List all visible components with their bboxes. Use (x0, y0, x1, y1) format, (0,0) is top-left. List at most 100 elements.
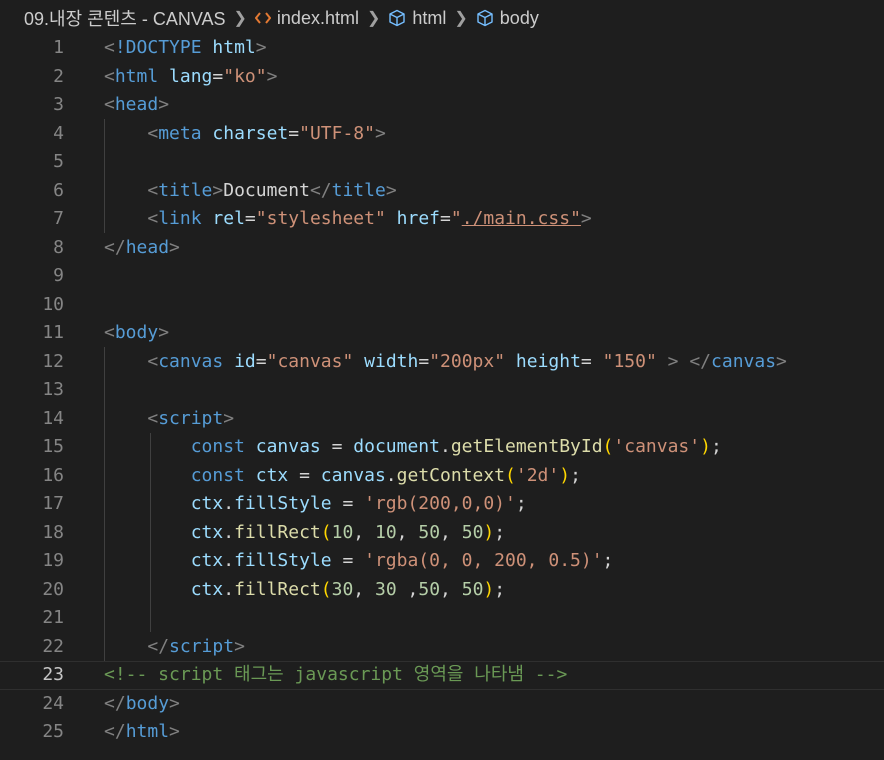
code-line[interactable]: 2 <html lang="ko"> (0, 63, 884, 92)
code-line[interactable]: 12 <canvas id="canvas" width="200px" hei… (0, 348, 884, 377)
code-token: = (212, 65, 224, 87)
line-number: 10 (42, 293, 64, 315)
code-token: < (104, 65, 115, 87)
code-token: canvas (320, 464, 386, 486)
code-line[interactable]: 21 (0, 604, 884, 633)
code-line[interactable]: 3 <head> (0, 91, 884, 120)
breadcrumb-element-html[interactable]: html (412, 8, 446, 29)
code-token: > (169, 721, 180, 742)
code-text: <title>Document</title> (104, 177, 396, 206)
cube-icon (476, 9, 494, 27)
code-line[interactable]: 13 (0, 376, 884, 405)
code-text: <html lang="ko"> (104, 63, 277, 92)
code-line[interactable]: 25 </html> (0, 718, 884, 747)
code-line[interactable]: 23 <!-- script 태그는 javascript 영역을 나타냄 --> (0, 661, 884, 690)
code-token: body (125, 692, 170, 714)
line-number: 16 (42, 464, 64, 486)
code-token: ) (700, 436, 711, 457)
code-token: < (147, 208, 159, 229)
code-token: body (114, 322, 159, 343)
line-number: 23 (42, 664, 64, 685)
code-token: , (396, 521, 419, 543)
code-token: = (320, 436, 354, 457)
code-token: script (158, 407, 224, 429)
breadcrumb-file[interactable]: index.html (277, 8, 359, 29)
chevron-right-icon: ❯ (454, 10, 468, 27)
code-token: title (331, 179, 386, 201)
code-text: <head> (104, 91, 169, 120)
code-line[interactable]: 14 <script> (0, 405, 884, 434)
code-token: , (396, 578, 419, 600)
code-line[interactable]: 22 </script> (0, 633, 884, 662)
code-line[interactable]: 8 </head> (0, 234, 884, 263)
code-text: const canvas = document.getElementById('… (104, 433, 722, 462)
code-token: fillRect (234, 578, 321, 600)
code-line[interactable]: 15 const canvas = document.getElementByI… (0, 433, 884, 462)
code-text: <link rel="stylesheet" href="./main.css"… (104, 205, 592, 234)
code-token: ( (320, 578, 332, 600)
code-token: 50 (461, 578, 484, 600)
code-token: . (439, 436, 451, 457)
line-number: 6 (53, 179, 64, 201)
code-line[interactable]: 6 <title>Document</title> (0, 177, 884, 206)
code-line[interactable]: 4 <meta charset="UTF-8"> (0, 120, 884, 149)
code-line[interactable]: 9 (0, 262, 884, 291)
code-token: 30 (374, 578, 397, 600)
code-line[interactable]: 17 ctx.fillStyle = 'rgb(200,0,0)'; (0, 490, 884, 519)
code-line[interactable]: 20 ctx.fillRect(30, 30 ,50, 50); (0, 576, 884, 605)
line-number: 15 (42, 436, 64, 457)
code-token: > (580, 208, 592, 229)
code-token: head (125, 236, 170, 258)
code-token: < (104, 94, 115, 115)
code-token: > (234, 635, 245, 657)
code-token: canvas (711, 350, 777, 372)
line-number: 17 (42, 493, 64, 514)
chevron-right-icon: ❯ (366, 10, 381, 27)
code-text: <meta charset="UTF-8"> (104, 120, 385, 149)
code-token: title (158, 179, 213, 201)
code-token: ctx (190, 578, 224, 600)
code-line[interactable]: 18 ctx.fillRect(10, 10, 50, 50); (0, 519, 884, 548)
code-token: , (353, 521, 375, 543)
code-token: canvas (255, 436, 321, 457)
html-file-icon (254, 11, 271, 25)
code-line[interactable]: 16 const ctx = canvas.getContext('2d'); (0, 462, 884, 491)
code-line[interactable]: 24 </body> (0, 690, 884, 719)
code-line[interactable]: 7 <link rel="stylesheet" href="./main.cs… (0, 205, 884, 234)
code-token: < (104, 322, 115, 343)
code-editor[interactable]: 1 <!DOCTYPE html> 2 <html lang="ko"> 3 <head>… (0, 34, 884, 747)
code-line[interactable]: 10 (0, 291, 884, 320)
code-token: Document (223, 179, 310, 201)
code-token: . (223, 550, 235, 571)
code-token: 'rgba(0, 0, 200, 0.5)' (364, 550, 603, 571)
line-number: 11 (42, 322, 64, 343)
code-token: <!-- script 태그는 javascript 영역을 나타냄 --> (104, 664, 568, 685)
line-number: 12 (42, 350, 64, 372)
breadcrumb-element-body[interactable]: body (500, 8, 539, 29)
line-number: 8 (53, 236, 64, 258)
code-line[interactable]: 5 (0, 148, 884, 177)
line-number: 18 (42, 521, 64, 543)
code-token: '2d' (515, 464, 560, 486)
code-token: head (114, 94, 159, 115)
code-token: document (353, 436, 440, 457)
code-line[interactable]: 11 <body> (0, 319, 884, 348)
code-line[interactable]: 1 <!DOCTYPE html> (0, 34, 884, 63)
code-token: . (223, 578, 235, 600)
code-token: "canvas" (266, 350, 354, 372)
code-token: </ (309, 179, 332, 201)
code-line[interactable]: 19 ctx.fillStyle = 'rgba(0, 0, 200, 0.5)… (0, 547, 884, 576)
code-token: ctx (190, 493, 224, 514)
breadcrumb-folder[interactable]: 09.내장 콘텐츠 - CANVAS (24, 5, 226, 31)
code-token: ; (494, 521, 506, 543)
code-token: html (212, 37, 256, 58)
